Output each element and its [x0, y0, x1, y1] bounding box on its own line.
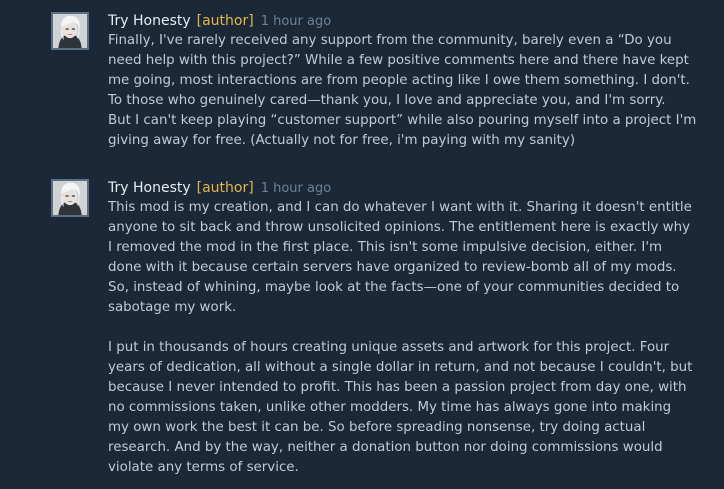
text-line: This mod is my creation, and I can do wh… [108, 200, 692, 215]
author-name[interactable]: Try Honesty [108, 180, 191, 196]
text-line: To those who genuinely cared—thank you, … [108, 93, 666, 108]
text-line: no commissions taken, unlike other modde… [108, 400, 672, 415]
text-line: giving away for free. (Actually not for … [108, 133, 576, 148]
text-line: anyone to sit back and throw unsolicited… [108, 220, 691, 235]
comment-header: Try Honesty [author] 1 hour ago [108, 9, 714, 31]
text-line: I removed the mod in the first place. Th… [108, 240, 663, 255]
text-line: I put in thousands of hours creating uni… [108, 340, 670, 355]
author-name[interactable]: Try Honesty [108, 13, 191, 29]
author-tag: [author] [196, 13, 254, 29]
comment-header: Try Honesty [author] 1 hour ago [108, 176, 714, 198]
avatar[interactable] [51, 12, 89, 50]
text-line: need help with this project?” While a fe… [108, 53, 689, 68]
comment: Try Honesty [author] 1 hour ago This mod i… [0, 176, 724, 478]
comment-body: Finally, I've rarely received any suppor… [108, 31, 714, 151]
text-line: because I never intended to profit. This… [108, 380, 687, 395]
comment: Try Honesty [author] 1 hour ago Finally, I… [0, 9, 724, 151]
comment-thread: Try Honesty [author] 1 hour ago Finally, I… [0, 0, 724, 489]
text-line: But I can't keep playing “customer suppo… [108, 113, 697, 128]
comment-timestamp: 1 hour ago [260, 181, 332, 196]
avatar[interactable] [51, 179, 89, 217]
text-line: Finally, I've rarely received any suppor… [108, 33, 672, 48]
comment-paragraph: Finally, I've rarely received any suppor… [108, 31, 714, 151]
text-line: done with it because certain servers hav… [108, 260, 677, 275]
text-line: research. And by the way, neither a dona… [108, 440, 663, 455]
text-line: So, instead of whining, maybe look at th… [108, 280, 680, 295]
comment-body: This mod is my creation, and I can do wh… [108, 198, 714, 478]
comment-timestamp: 1 hour ago [260, 14, 332, 29]
text-line: violate any terms of service. [108, 460, 299, 475]
text-line: years of dedication, all without a singl… [108, 360, 693, 375]
text-line: sabotage my work. [108, 300, 237, 315]
avatar-portrait-icon [53, 181, 87, 215]
author-tag: [author] [196, 180, 254, 196]
comment-paragraph: This mod is my creation, and I can do wh… [108, 198, 714, 318]
text-line: me going, most interactions are from peo… [108, 73, 690, 88]
comment-paragraph: I put in thousands of hours creating uni… [108, 338, 714, 478]
avatar-portrait-icon [53, 14, 87, 48]
text-line: my own work the best it can be. So befor… [108, 420, 646, 435]
